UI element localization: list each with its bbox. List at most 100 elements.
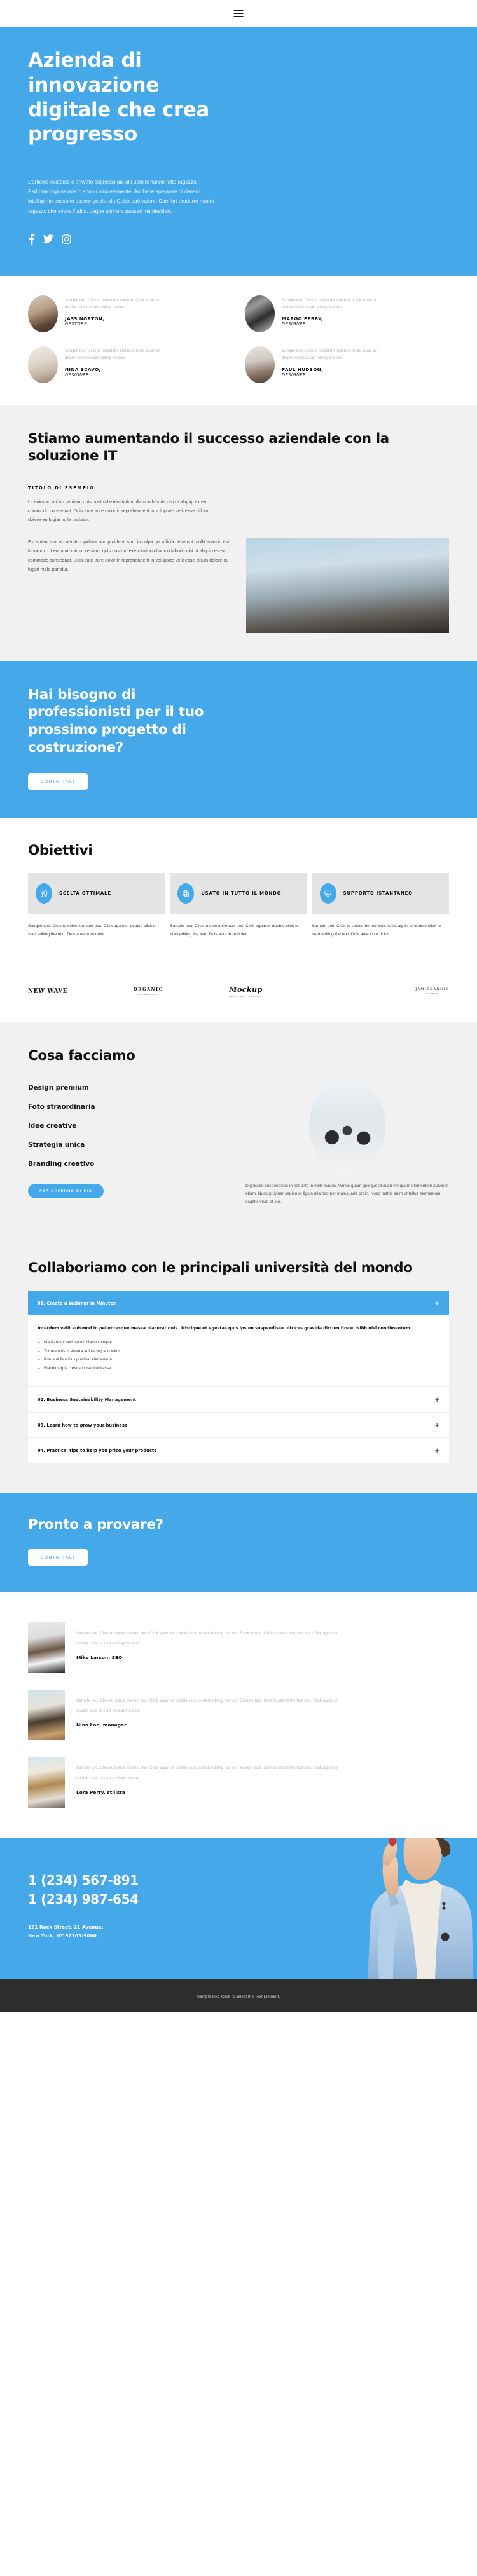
client-logo: ORGANIC FOOD&DRINK xyxy=(133,982,163,1004)
globe-pin-icon xyxy=(177,883,195,904)
avatar xyxy=(245,346,275,383)
accordion-lead: Interdum velit euismod in pellentesque m… xyxy=(38,1325,412,1331)
client-logo: NEW WAVE xyxy=(28,986,67,1008)
list-item: Mattis nunc sed blandit libero volutpat. xyxy=(38,1338,439,1347)
avatar xyxy=(28,295,58,332)
team-member-name: JASS NORTON, xyxy=(65,316,105,322)
contact-section: 1 (234) 567-891 1 (234) 987-654 121 Rock… xyxy=(0,1838,477,1979)
list-item: Strategia unica xyxy=(28,1141,85,1149)
phone-number-2[interactable]: 1 (234) 987-654 xyxy=(28,1890,449,1909)
client-logo: JAMIE&ANNIE STUDIO xyxy=(415,983,449,1003)
team-member-name: MARGO PERRY, xyxy=(282,316,323,322)
client-logo-name: ORGANIC xyxy=(133,987,163,993)
team-member-role: DESIGNER xyxy=(282,322,307,327)
list-item: Design premium xyxy=(28,1083,89,1092)
accordion-item: 02. Business Sustainability Management + xyxy=(28,1387,449,1413)
objective-card-desc: Sample text. Click to select the text bo… xyxy=(28,924,157,937)
team-member-name: NINA SCAVO, xyxy=(65,367,101,373)
plus-icon[interactable]: + xyxy=(434,1299,439,1307)
testimonial-text: Sample text. Click to select the text bo… xyxy=(76,1631,338,1646)
team-member-role: DESIGNER xyxy=(282,372,307,378)
accordion: 01. Create a Webinar in Minutes + Interd… xyxy=(28,1291,449,1464)
list-item: Purus ut faucibus pulvinar elementum. xyxy=(38,1355,439,1364)
objectives-section: Obiettivi SCELTA OTTIMALE USATO IN TUTTO… xyxy=(0,818,477,964)
address-line-2: New York, NY 92103-9000 xyxy=(28,1933,97,1939)
list-item: Branding creativo xyxy=(28,1160,95,1168)
phone-number-1[interactable]: 1 (234) 567-891 xyxy=(28,1871,449,1890)
team-member-desc: Sample text. Click to select the text bo… xyxy=(65,297,160,309)
objective-card-desc: Sample text. Click to select the text bo… xyxy=(170,924,299,937)
list-item: Blandit turpis cursus in hac habitasse. xyxy=(38,1364,439,1373)
avatar xyxy=(28,346,58,383)
it-solution-paragraph-2: Excepteur sint occaecat cupidatat non pr… xyxy=(28,538,230,573)
what-we-do-section: Cosa facciamo Design premium Foto straor… xyxy=(0,1021,477,1235)
team-section: Sample text. Click to select the text bo… xyxy=(0,276,477,405)
list-item: Idee creative xyxy=(28,1122,77,1130)
burger-line xyxy=(233,13,244,14)
services-list: Design premium Foto straordinaria Idee c… xyxy=(28,1078,232,1174)
it-solution-heading: Stiamo aumentando il successo aziendale … xyxy=(28,430,389,464)
testimonial-row: Sample text. Click to select the text bo… xyxy=(28,1614,449,1681)
plus-icon[interactable]: + xyxy=(434,1421,439,1429)
contact-button[interactable]: CONTATTACI xyxy=(28,773,88,790)
testimonial-photo xyxy=(28,1622,65,1674)
heart-handshake-icon xyxy=(319,883,336,904)
footer-text: Sample text. Click to select the Text El… xyxy=(197,1995,280,2000)
team-member-role: GESTORE xyxy=(65,322,87,327)
client-logo-name: Alisa xyxy=(328,985,350,994)
rocket-icon xyxy=(36,883,52,904)
contact-button[interactable]: CONTATTACI xyxy=(28,1549,88,1566)
testimonial-text: Sample text. Click to select the text bo… xyxy=(76,1698,338,1714)
accordion-item: 01. Create a Webinar in Minutes + Interd… xyxy=(28,1291,449,1388)
hamburger-menu-icon[interactable] xyxy=(233,10,244,17)
accordion-title: 01. Create a Webinar in Minutes xyxy=(38,1300,116,1306)
address-line-1: 121 Rock Street, 21 Avenue, xyxy=(28,1924,104,1930)
twitter-icon[interactable] xyxy=(43,234,53,243)
plus-icon[interactable]: + xyxy=(434,1395,439,1404)
team-member-desc: Sample text. Click to select the text bo… xyxy=(65,348,160,360)
accordion-header[interactable]: 01. Create a Webinar in Minutes + xyxy=(28,1291,449,1316)
team-member-desc: Sample text. Click to select the text bo… xyxy=(282,297,377,309)
universities-section: Collaboriamo con le principali universit… xyxy=(0,1234,477,1493)
avatar xyxy=(245,295,275,332)
social-links xyxy=(28,233,449,245)
client-logo-sub: STUDIO xyxy=(425,992,439,995)
objective-card[interactable]: SCELTA OTTIMALE xyxy=(28,873,165,914)
what-we-do-heading: Cosa facciamo xyxy=(28,1047,135,1064)
instagram-icon[interactable] xyxy=(62,234,71,244)
plus-icon[interactable]: + xyxy=(434,1446,439,1454)
accordion-title: 04. Practical tips to help you price you… xyxy=(38,1447,157,1453)
testimonial-row: Sample text. Click to select the text bo… xyxy=(28,1681,449,1749)
professionals-cta-section: Hai bisogno di professionisti per il tuo… xyxy=(0,660,477,818)
accordion-header[interactable]: 02. Business Sustainability Management + xyxy=(28,1387,449,1412)
list-item: Foto straordinaria xyxy=(28,1102,95,1111)
accordion-header[interactable]: 03. Learn how to grow your business + xyxy=(28,1413,449,1437)
top-bar xyxy=(0,0,477,27)
it-solution-image xyxy=(246,537,449,633)
team-member-desc: Sample text. Click to select the text bo… xyxy=(282,348,377,360)
testimonial-text: Sample text. Click to select the text bo… xyxy=(76,1766,338,1781)
accordion-header[interactable]: 04. Practical tips to help you price you… xyxy=(28,1438,449,1463)
objective-card-label: USATO IN TUTTO IL MONDO xyxy=(201,890,282,896)
client-logo-sub: FOOD&DRINK xyxy=(137,993,160,996)
objectives-heading: Obiettivi xyxy=(28,843,93,859)
accordion-body: Interdum velit euismod in pellentesque m… xyxy=(28,1315,449,1386)
objective-card[interactable]: SUPPORTO ISTANTANEO xyxy=(312,873,449,914)
testimonial-photo xyxy=(28,1690,65,1741)
objective-card[interactable]: USATO IN TUTTO IL MONDO xyxy=(170,873,307,914)
team-member: Sample text. Click to select the text bo… xyxy=(245,346,449,383)
learn-more-button[interactable]: PER SAPERNE DI PIÙ xyxy=(28,1183,104,1198)
burger-line xyxy=(233,15,244,17)
testimonial-name: Mike Larson, SEO xyxy=(76,1655,123,1661)
testimonial-name: Lora Perry, stilista xyxy=(76,1789,125,1796)
it-solution-paragraph-1: Ut enim ad minim veniam, quis nostrud ex… xyxy=(28,498,209,523)
client-logo-sub: BOUTIQUE xyxy=(330,994,348,998)
team-member: Sample text. Click to select the text bo… xyxy=(28,346,232,383)
client-logo: Alisa BOUTIQUE xyxy=(327,979,350,1003)
testimonial-photo xyxy=(28,1757,65,1808)
it-solution-section: Stiamo aumentando il successo aziendale … xyxy=(0,404,477,661)
it-solution-kicker: TITOLO DI ESEMPIO xyxy=(28,485,95,491)
accordion-bullets: Mattis nunc sed blandit libero volutpat.… xyxy=(38,1338,439,1373)
accordion-item: 03. Learn how to grow your business + xyxy=(28,1413,449,1439)
facebook-icon[interactable] xyxy=(28,233,35,245)
